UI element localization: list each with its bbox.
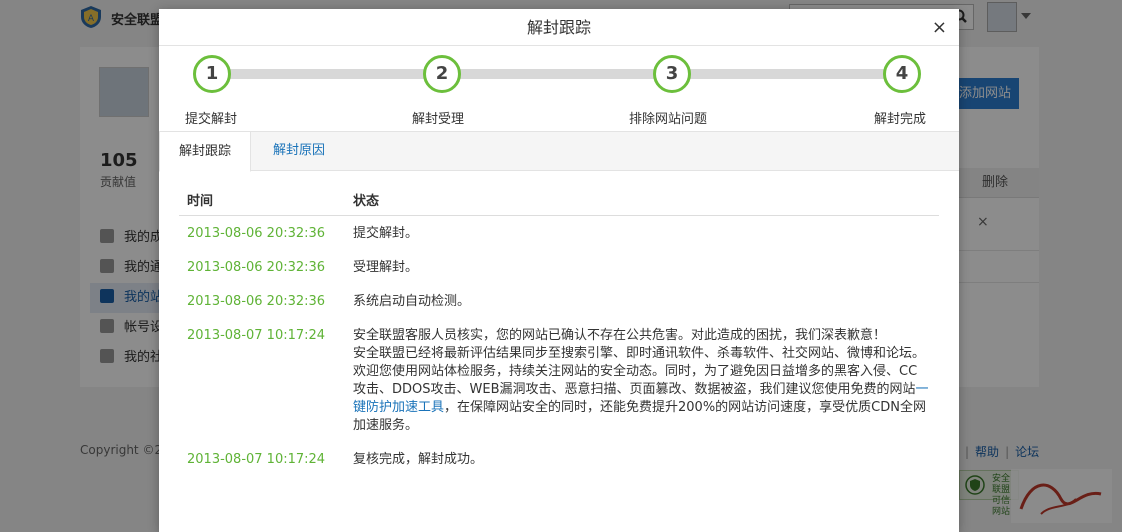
table-header-row: 时间 状态 xyxy=(179,185,939,216)
table-row: 2013-08-07 10:17:24 安全联盟客服人员核实，您的网站已确认不存… xyxy=(179,318,939,442)
progress-steps: 1 提交解封 2 解封受理 3 排除网站问题 4 解封完成 xyxy=(159,46,959,131)
row-status: 提交解封。 xyxy=(353,225,419,241)
row-time: 2013-08-07 10:17:24 xyxy=(187,451,326,467)
progress-track xyxy=(212,69,902,79)
tab-unblock-reason[interactable]: 解封原因 xyxy=(254,131,344,172)
status-text: 欢迎您使用网站体检服务，持续关注网站的安全动态。同时，为了避免因日益增多的黑客入… xyxy=(353,363,918,397)
step-1-circle: 1 xyxy=(193,55,231,93)
step-3-label: 排除网站问题 xyxy=(629,112,708,127)
dialog-tabs: 解封跟踪 解封原因 xyxy=(159,131,959,172)
row-status: 受理解封。 xyxy=(353,259,419,275)
row-status: 复核完成，解封成功。 xyxy=(353,451,484,467)
step-4-label: 解封完成 xyxy=(874,112,927,127)
row-time: 2013-08-06 20:32:36 xyxy=(187,259,326,275)
step-4-circle: 4 xyxy=(883,55,921,93)
row-status: 系统启动自动检测。 xyxy=(353,293,471,309)
tracking-log-table: 时间 状态 2013-08-06 20:32:36 提交解封。 2013-08-… xyxy=(179,185,939,476)
table-row: 2013-08-07 10:17:24 复核完成，解封成功。 xyxy=(179,442,939,476)
table-row: 2013-08-06 20:32:36 受理解封。 xyxy=(179,250,939,284)
status-text: 安全联盟已经将最新评估结果同步至搜索引擎、即时通讯软件、杀毒软件、社交网站、微博… xyxy=(353,345,926,361)
status-column-header: 状态 xyxy=(345,185,939,216)
table-row: 2013-08-06 20:32:36 系统启动自动检测。 xyxy=(179,284,939,318)
step-2-circle: 2 xyxy=(423,55,461,93)
row-status: 安全联盟客服人员核实，您的网站已确认不存在公共危害。对此造成的困扰，我们深表歉意… xyxy=(345,318,939,442)
dialog-title: 解封跟踪 xyxy=(159,9,959,46)
table-row: 2013-08-06 20:32:36 提交解封。 xyxy=(179,215,939,250)
time-column-header: 时间 xyxy=(179,185,345,216)
unblock-tracking-dialog: 解封跟踪 × 1 提交解封 2 解封受理 3 排除网站问题 4 解封完成 解封跟… xyxy=(159,9,959,532)
close-icon[interactable]: × xyxy=(932,18,947,38)
step-3-circle: 3 xyxy=(653,55,691,93)
row-time: 2013-08-07 10:17:24 xyxy=(187,327,326,343)
status-text: 安全联盟客服人员核实，您的网站已确认不存在公共危害。对此造成的困扰，我们深表歉意… xyxy=(353,327,887,343)
row-time: 2013-08-06 20:32:36 xyxy=(187,225,326,241)
step-2-label: 解封受理 xyxy=(412,112,465,127)
step-1-label: 提交解封 xyxy=(185,112,238,127)
tab-unblock-tracking[interactable]: 解封跟踪 xyxy=(159,131,252,172)
row-time: 2013-08-06 20:32:36 xyxy=(187,293,326,309)
